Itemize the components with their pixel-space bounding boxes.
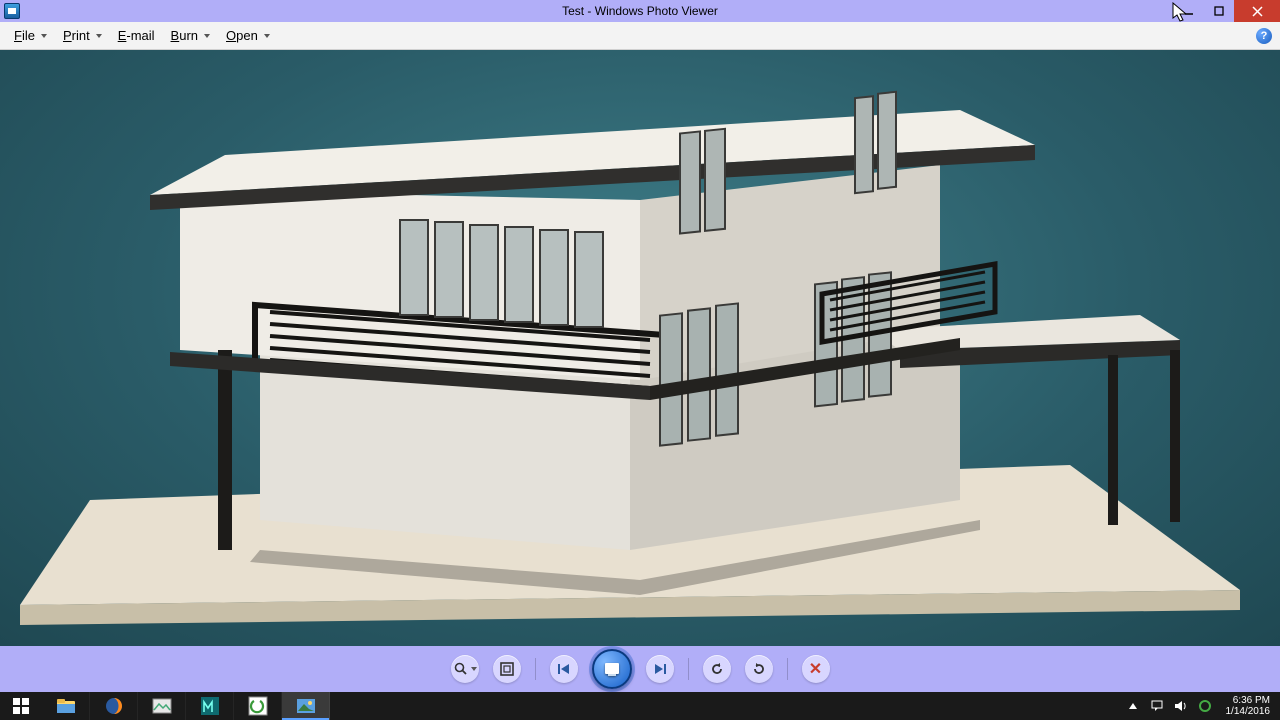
rotate-ccw-button[interactable] (703, 655, 731, 683)
menu-open-label: Open (226, 28, 258, 43)
separator (787, 658, 788, 680)
menu-email[interactable]: E-mail (112, 26, 161, 45)
taskbar: 6:36 PM 1/14/2016 (0, 692, 1280, 720)
menubar: File Print E-mail Burn Open ? (0, 22, 1280, 50)
action-center-icon[interactable] (1150, 699, 1164, 713)
play-slideshow-button[interactable] (592, 649, 632, 689)
volume-icon[interactable] (1174, 699, 1188, 713)
taskbar-item-file-explorer[interactable] (42, 692, 90, 720)
zoom-button[interactable] (451, 655, 479, 683)
rotate-cw-button[interactable] (745, 655, 773, 683)
system-tray: 6:36 PM 1/14/2016 (1116, 692, 1280, 720)
menu-open[interactable]: Open (220, 26, 276, 45)
camtasia-tray-icon[interactable] (1198, 699, 1212, 713)
photo-viewer-window: Test - Windows Photo Viewer File Prin (0, 0, 1280, 692)
close-button[interactable] (1234, 0, 1280, 22)
separator (688, 658, 689, 680)
menu-file[interactable]: File (8, 26, 53, 45)
fit-to-window-button[interactable] (493, 655, 521, 683)
menu-print[interactable]: Print (57, 26, 108, 45)
clock[interactable]: 6:36 PM 1/14/2016 (1222, 695, 1271, 717)
chevron-down-icon (41, 34, 47, 38)
chevron-down-icon (264, 34, 270, 38)
taskbar-item-photo-viewer[interactable] (282, 692, 330, 720)
taskbar-item-camtasia[interactable] (234, 692, 282, 720)
next-button[interactable] (646, 655, 674, 683)
previous-button[interactable] (550, 655, 578, 683)
chevron-down-icon (96, 34, 102, 38)
window-title: Test - Windows Photo Viewer (562, 4, 718, 18)
help-icon[interactable]: ? (1256, 28, 1272, 44)
titlebar[interactable]: Test - Windows Photo Viewer (0, 0, 1280, 22)
taskbar-item-maya[interactable] (186, 692, 234, 720)
taskbar-item-firefox[interactable] (90, 692, 138, 720)
maximize-button[interactable] (1204, 0, 1234, 22)
menu-file-label: File (14, 28, 35, 43)
chevron-down-icon (471, 667, 477, 671)
viewer-controls: ✕ (0, 646, 1280, 692)
menu-email-label: E-mail (118, 28, 155, 43)
minimize-button[interactable] (1174, 0, 1204, 22)
image-viewport[interactable] (0, 50, 1280, 646)
taskbar-item-image-app[interactable] (138, 692, 186, 720)
app-icon (4, 3, 20, 19)
menu-burn[interactable]: Burn (165, 26, 216, 45)
menu-print-label: Print (63, 28, 90, 43)
displayed-image (0, 50, 1280, 646)
delete-button[interactable]: ✕ (802, 655, 830, 683)
start-button[interactable] (0, 692, 42, 720)
tray-expand-icon[interactable] (1126, 699, 1140, 713)
clock-date: 1/14/2016 (1226, 706, 1271, 717)
clock-time: 6:36 PM (1226, 695, 1271, 706)
chevron-down-icon (204, 34, 210, 38)
separator (535, 658, 536, 680)
menu-burn-label: Burn (171, 28, 198, 43)
